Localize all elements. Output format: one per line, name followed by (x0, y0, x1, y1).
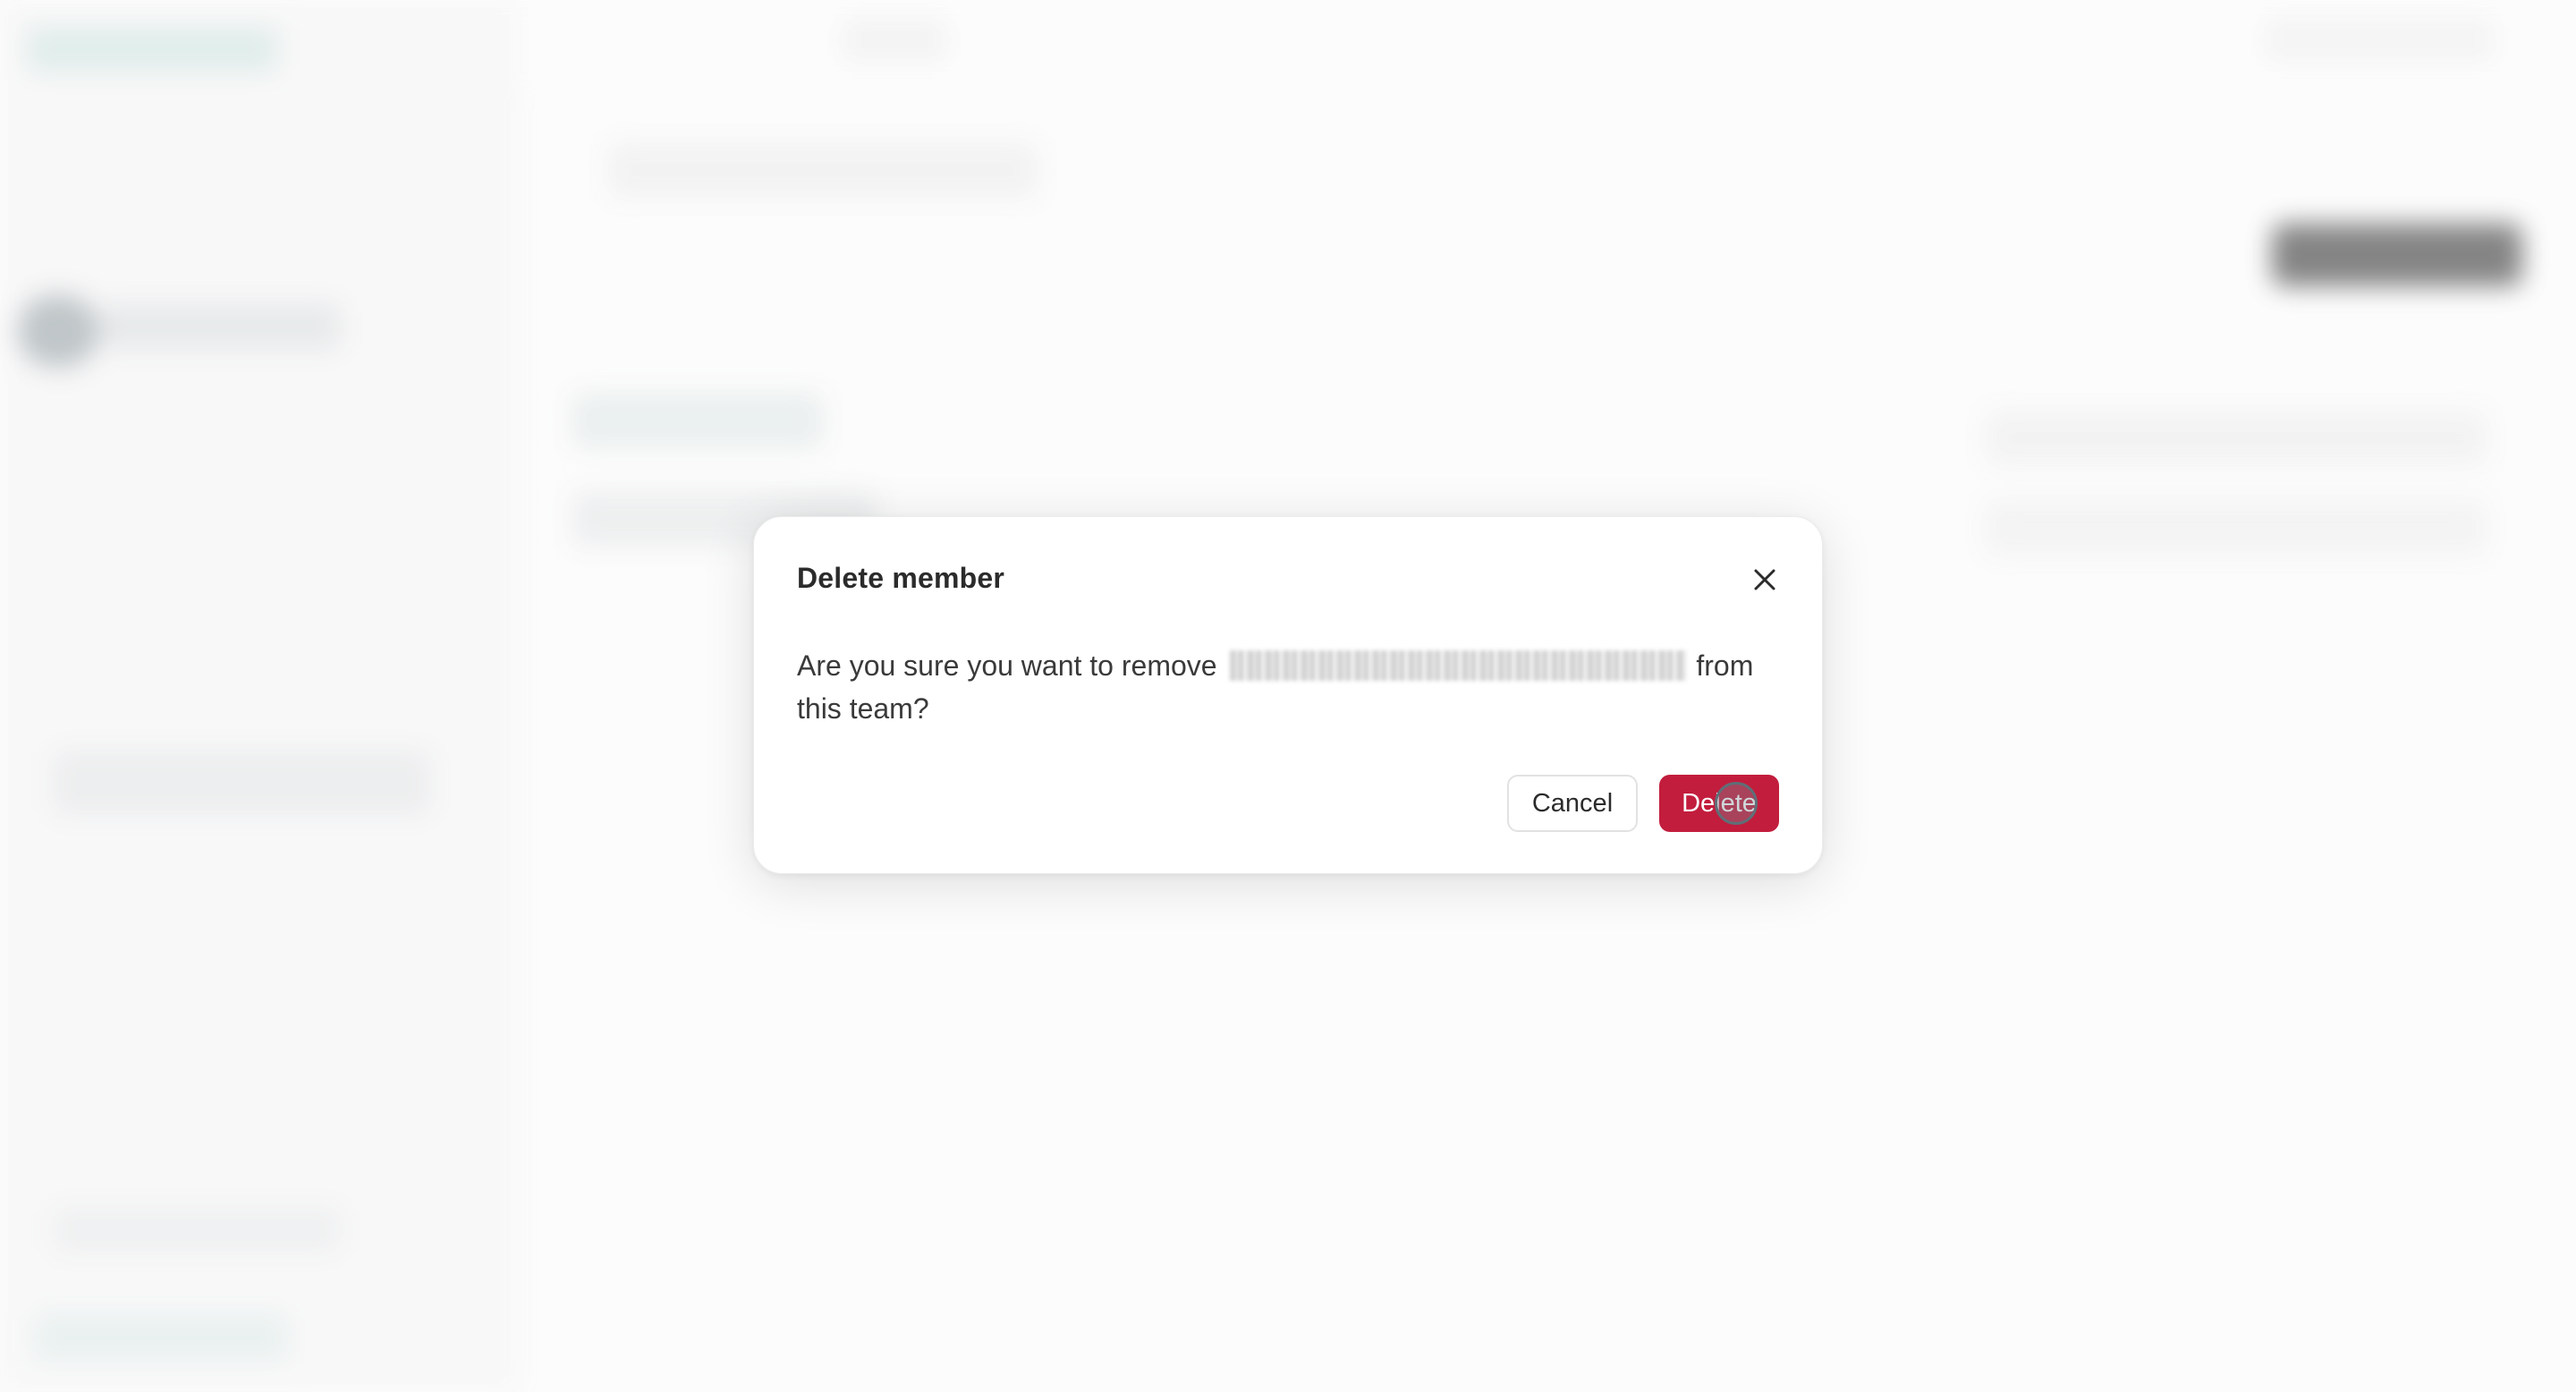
redacted-member-name (1230, 650, 1687, 681)
close-icon (1754, 569, 1775, 590)
cancel-button[interactable]: Cancel (1507, 775, 1638, 832)
delete-member-dialog: Delete member Are you sure you want to r… (753, 516, 1823, 874)
delete-button-label: Delete (1682, 788, 1757, 818)
message-prefix: Are you sure you want to remove (797, 649, 1225, 682)
close-button[interactable] (1743, 558, 1786, 601)
dialog-title: Delete member (797, 562, 1005, 594)
dialog-message: Are you sure you want to remove from thi… (797, 644, 1790, 730)
dialog-actions: Cancel Delete (1507, 775, 1779, 832)
delete-button[interactable]: Delete (1659, 775, 1779, 832)
